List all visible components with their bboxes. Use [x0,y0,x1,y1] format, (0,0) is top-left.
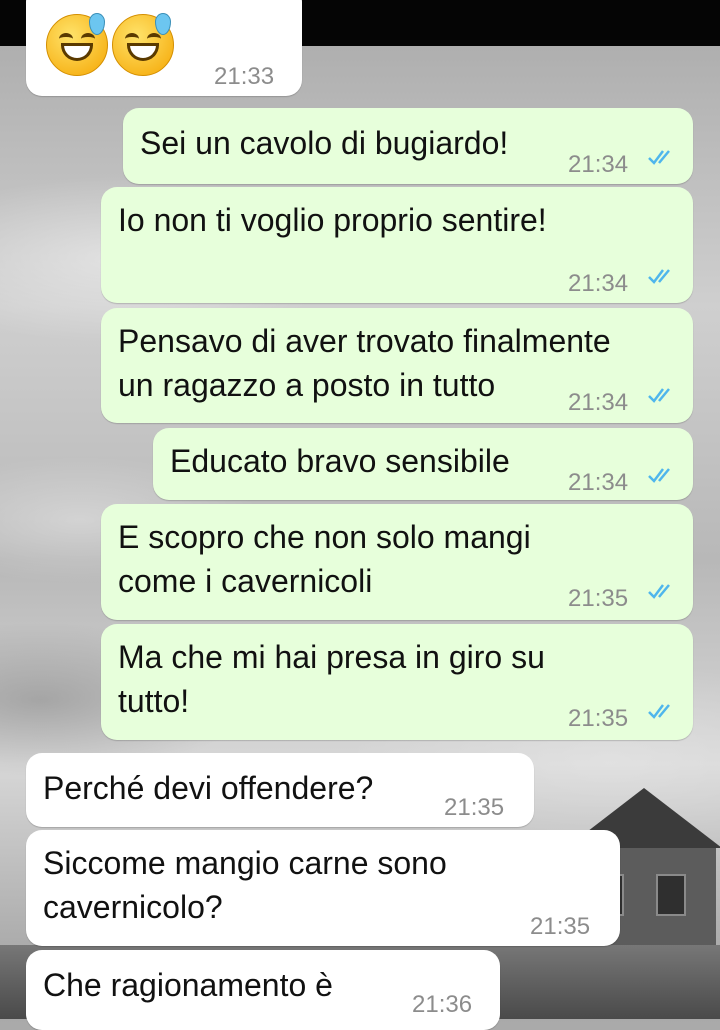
message-text-line: Pensavo di aver trovato finalmente [118,323,611,359]
incoming-message-bubble[interactable]: Perché devi offendere? 21:35 [26,753,534,827]
message-time: 21:35 [444,794,505,821]
read-double-check-icon [648,150,670,165]
message-text: Educato bravo sensibile [170,443,510,479]
message-text: Sei un cavolo di bugiardo! [140,125,509,161]
read-double-check-icon [648,704,670,719]
incoming-message-bubble[interactable]: Siccome mangio carne sono cavernicolo? 2… [26,830,620,946]
message-text: Che ragionamento è [43,967,333,1003]
grinning-face-with-sweat-icon [46,13,108,76]
message-time: 21:34 [568,469,629,496]
outgoing-message-bubble[interactable]: Ma che mi hai presa in giro su tutto! 21… [101,624,693,740]
outgoing-message-bubble[interactable]: Pensavo di aver trovato finalmente un ra… [101,308,693,423]
house-window [656,874,686,916]
message-text-line: tutto! [118,683,190,719]
outgoing-message-bubble[interactable]: Educato bravo sensibile 21:34 [153,428,693,500]
message-text-line: come i cavernicoli [118,563,373,599]
message-text-line: Ma che mi hai presa in giro su [118,639,545,675]
message-time: 21:36 [412,991,473,1018]
message-text: Io non ti voglio proprio sentire! [118,202,547,238]
message-time: 21:35 [568,705,629,732]
read-double-check-icon [648,269,670,284]
read-double-check-icon [648,584,670,599]
message-text: Perché devi offendere? [43,770,374,806]
message-text-line: cavernicolo? [43,889,223,925]
message-text-line: un ragazzo a posto in tutto [118,367,496,403]
message-time: 21:35 [568,585,629,612]
outgoing-message-bubble[interactable]: Sei un cavolo di bugiardo! 21:34 [123,108,693,184]
message-time: 21:33 [214,63,275,90]
message-text-line: E scopro che non solo mangi [118,519,531,555]
outgoing-message-bubble[interactable]: Io non ti voglio proprio sentire! 21:34 [101,187,693,303]
incoming-message-bubble[interactable]: 21:33 [26,0,302,96]
message-time: 21:35 [530,913,591,940]
incoming-message-bubble[interactable]: Che ragionamento è 21:36 [26,950,500,1030]
outgoing-message-bubble[interactable]: E scopro che non solo mangi come i caver… [101,504,693,620]
message-time: 21:34 [568,270,629,297]
read-double-check-icon [648,468,670,483]
message-text-line: Siccome mangio carne sono [43,845,447,881]
grinning-face-with-sweat-icon [112,13,174,76]
read-double-check-icon [648,388,670,403]
message-time: 21:34 [568,151,629,178]
message-time: 21:34 [568,389,629,416]
